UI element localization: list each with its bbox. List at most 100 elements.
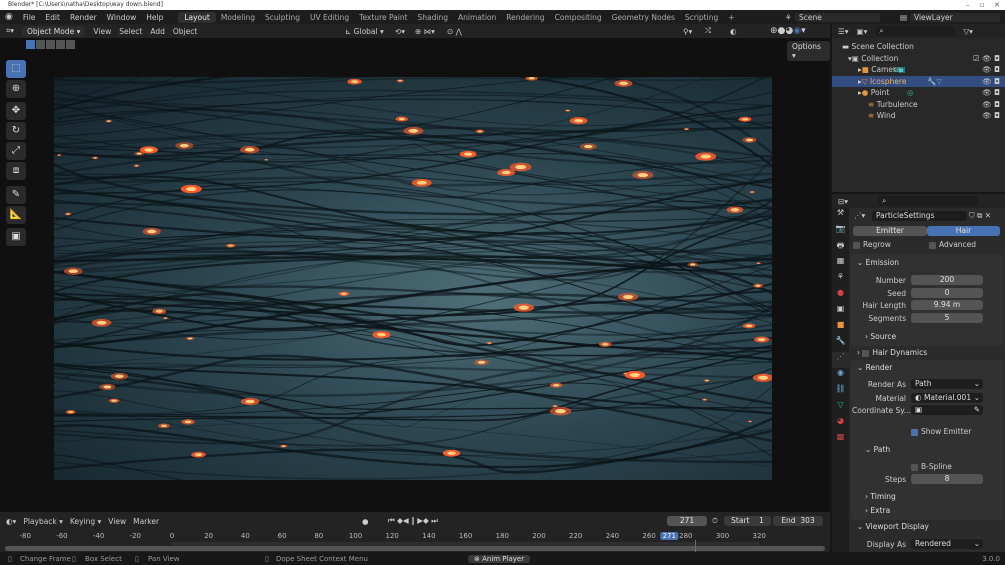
collection-tab-icon[interactable]: ▣ [832,304,849,320]
data-tab-icon[interactable]: ▽ [832,400,849,416]
editor-type-icon[interactable]: ◐▾ [6,517,16,526]
playback-menu[interactable]: Playback ▾ [23,517,63,526]
steps-field[interactable]: 8 [911,474,983,484]
transform-tool-icon[interactable]: ⧈ [6,162,26,180]
keying-menu[interactable]: Keying ▾ [70,517,101,526]
transform-orientation-dropdown[interactable]: ⊾ Global ▾ [345,27,384,36]
segments-field[interactable]: 5 [911,313,983,323]
menu-add[interactable]: Add [150,27,165,36]
filter-icon[interactable]: ▽▾ [963,27,973,36]
regrow-checkbox[interactable]: Regrow [853,240,891,249]
scene-tab-icon[interactable]: ⚘ [832,272,849,288]
pivot-icon[interactable]: ⟲▾ [395,27,405,36]
tab-geometry-nodes[interactable]: Geometry Nodes [607,13,680,22]
outliner-row-point[interactable]: ▸ ● Point ◎ 👁 ◘ [832,87,1005,99]
show-emitter-checkbox[interactable]: Show Emitter [911,427,971,436]
tab-shading[interactable]: Shading [413,13,453,22]
material-tab-icon[interactable]: ◕ [832,416,849,432]
shading-modes[interactable]: ⊕●◕◉▾ [770,26,806,36]
source-subpanel[interactable]: › Source [851,332,1003,341]
display-mode-icon[interactable]: ☰▾ [838,27,849,36]
tab-uv-editing[interactable]: UV Editing [305,13,354,22]
move-tool-icon[interactable]: ✥ [6,102,26,120]
object-tab-icon[interactable]: ■ [832,320,849,336]
annotate-tool-icon[interactable]: ✎ [6,186,26,204]
maximize-button[interactable]: ▫ [980,0,985,10]
bspline-checkbox[interactable]: B-Spline [911,462,952,471]
tab-animation[interactable]: Animation [453,13,501,22]
frame-ruler[interactable]: -80 -60 -40 -20 0 20 40 60 80 100 120 140 160 180 200 2… [0,532,830,542]
rotate-tool-icon[interactable]: ↻ [6,122,26,140]
outliner-row-wind[interactable]: ≋ Wind 👁 ◘ [832,110,1005,122]
view-layer-selector[interactable]: ViewLayer [910,12,1000,22]
visibility-icons[interactable]: 👁 ◘ [982,100,1000,109]
select-box-tool-icon[interactable]: ⬚ [6,60,26,78]
tool-tab-icon[interactable]: ⚒ [832,208,849,224]
menu-help[interactable]: Help [141,13,168,22]
visibility-icons[interactable]: ☑ 👁 ◘ [973,54,1000,63]
visibility-icons[interactable]: 👁 ◘ [982,111,1000,120]
hair-tab[interactable]: Hair [927,226,1000,236]
render-as-dropdown[interactable]: Path ⌄ [911,379,983,389]
menu-window[interactable]: Window [102,13,142,22]
3d-viewport[interactable]: Options ▾ ⬚ ⊕ ✥ ↻ ⤢ ⧈ ✎ 📐 ▣ [0,38,830,512]
emitter-tab[interactable]: Emitter [853,226,927,236]
menu-select[interactable]: Select [119,27,142,36]
close-button[interactable]: ✕ [994,0,1000,10]
tab-modeling[interactable]: Modeling [216,13,260,22]
add-workspace-button[interactable]: + [723,13,739,22]
render-tab-icon[interactable]: 📷 [832,224,849,240]
constraints-tab-icon[interactable]: ⛓ [832,384,849,400]
measure-tool-icon[interactable]: 📐 [6,206,26,224]
material-dropdown[interactable]: ◐ Material.001 ⌄ [911,393,983,403]
timing-subpanel[interactable]: › Timing [851,492,1003,501]
playhead[interactable] [695,540,696,552]
filter-view-icon[interactable]: ▣▾ [857,27,868,36]
outliner-row-icosphere[interactable]: ▸ ▽ Icosphere 🔧▽ 👁 ◘ [832,75,1005,87]
number-field[interactable]: 200 [911,275,983,285]
overlays-icon[interactable]: ⤭ [705,26,711,36]
hair-length-field[interactable]: 9.94 m [911,300,983,310]
scene-selector[interactable]: Scene [795,12,880,22]
visibility-icons[interactable]: 👁 ◘ [982,65,1000,74]
hair-dynamics-header[interactable]: › Hair Dynamics [851,348,1003,357]
eyedropper-icon[interactable]: ✎ [974,405,980,415]
blender-logo-icon[interactable]: ◉ [0,12,18,22]
render-header[interactable]: ⌄ Render [851,363,1003,372]
scale-tool-icon[interactable]: ⤢ [6,142,26,160]
extra-subpanel[interactable]: › Extra [851,506,1003,515]
view-layer-tab-icon[interactable]: ▦ [832,256,849,272]
output-tab-icon[interactable]: 🖶 [832,240,849,256]
world-tab-icon[interactable]: ● [832,288,849,304]
outliner-search-input[interactable]: ⌕ [875,26,956,36]
anim-player-button[interactable]: ⊗ Anim Player [468,554,531,563]
menu-render[interactable]: Render [65,13,102,22]
display-as-dropdown[interactable]: Rendered ⌄ [911,539,983,549]
viewport-display-header[interactable]: ⌄ Viewport Display [851,522,1003,531]
menu-file[interactable]: File [18,13,41,22]
playback-controls[interactable]: ⏮ ◆◀ ‖ ▶◆ ⏭ [388,516,438,526]
snap-icon[interactable]: ⊕ ⋈▾ [415,27,435,36]
auto-keying-icon[interactable]: ● [362,517,369,526]
menu-view[interactable]: View [93,27,111,36]
object-mode-dropdown[interactable]: Object Mode ▾ [22,25,86,37]
outliner-row-collection[interactable]: ▾ ▣ Collection ☑ 👁 ◘ [832,53,1005,65]
current-frame-field[interactable]: 271 [667,516,707,526]
path-subpanel[interactable]: ⌄ Path [851,445,1003,454]
xray-icon[interactable]: ◐ [730,27,737,36]
tab-sculpting[interactable]: Sculpting [260,13,305,22]
menu-edit[interactable]: Edit [40,13,65,22]
gizmo-icon[interactable]: ⚲▾ [683,27,692,36]
fake-user-icon[interactable]: ⛉ ⧉ ✕ [969,211,991,221]
options-dropdown[interactable]: Options ▾ [787,41,830,61]
marker-menu[interactable]: Marker [133,517,159,526]
particles-tab-icon[interactable]: ⋰ [832,352,849,368]
tab-scripting[interactable]: Scripting [680,13,723,22]
editor-type-icon[interactable]: ⊟▾ [838,197,848,206]
proportional-edit-icon[interactable]: ⊙ ⋀ [447,27,462,36]
emission-header[interactable]: ⌄ Emission [851,258,1003,267]
timeline-view-menu[interactable]: View [108,517,126,526]
tab-rendering[interactable]: Rendering [501,13,549,22]
visibility-icons[interactable]: 👁 ◘ [982,88,1000,97]
menu-object[interactable]: Object [173,27,197,36]
